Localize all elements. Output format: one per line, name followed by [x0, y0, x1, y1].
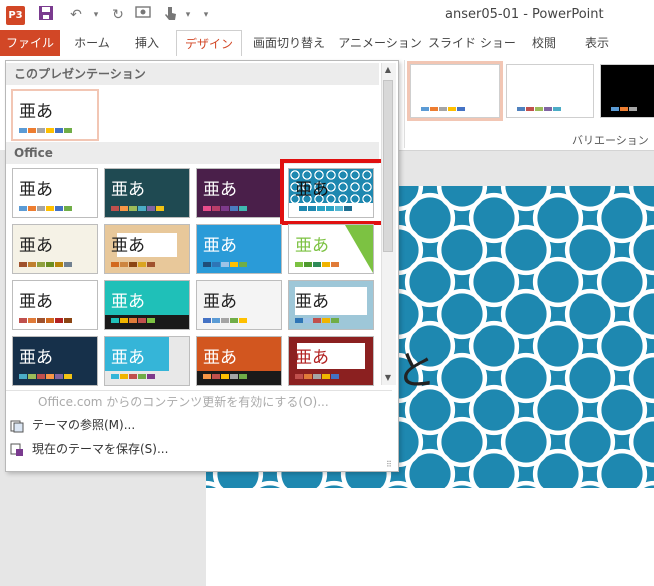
tab-slideshow[interactable]: スライド ショー — [428, 30, 516, 56]
menu-divider — [6, 390, 392, 391]
scroll-up-arrow-icon[interactable]: ▲ — [381, 63, 395, 77]
powerpoint-app-icon[interactable]: P3 — [6, 6, 25, 25]
theme-purple[interactable]: 亜あ — [196, 168, 282, 218]
menu-save-theme-label: 現在のテーマを保存(S)... — [32, 442, 169, 456]
undo-dropdown-icon[interactable]: ▾ — [86, 5, 106, 25]
theme-wood[interactable]: 亜あ — [104, 224, 190, 274]
selected-theme-highlight — [280, 159, 385, 225]
menu-enable-office-updates: Office.com からのコンテンツ更新を有効にする(O)... — [38, 395, 329, 409]
theme-red-line[interactable]: 亜あ — [12, 280, 98, 330]
theme-ion[interactable]: 亜あ — [196, 224, 282, 274]
theme-blue-dots[interactable]: 亜あ — [288, 280, 374, 330]
theme-teal[interactable]: 亜あ — [104, 280, 190, 330]
menu-browse-themes-label: テーマの参照(M)... — [32, 418, 136, 432]
theme-orange[interactable]: 亜あ — [196, 336, 282, 386]
menu-save-theme[interactable]: 現在のテーマを保存(S)... — [10, 439, 168, 459]
scroll-down-arrow-icon[interactable]: ▼ — [381, 371, 395, 385]
theme-facet-dark[interactable]: 亜あ — [104, 168, 190, 218]
variant-1[interactable] — [407, 61, 503, 121]
theme-green-facet[interactable]: 亜あ — [288, 224, 374, 274]
resize-grip-icon[interactable]: ⠿ — [386, 460, 392, 469]
theme-cyan-block[interactable]: 亜あ — [104, 336, 190, 386]
save-icon[interactable] — [36, 5, 56, 25]
theme-gray[interactable]: 亜あ — [196, 280, 282, 330]
theme-sample-text: 亜あ — [19, 102, 53, 122]
ribbon-divider — [404, 60, 405, 148]
theme-crimson[interactable]: 亜あ — [288, 336, 374, 386]
redo-icon[interactable]: ↻ — [108, 5, 128, 25]
touch-dropdown-icon[interactable]: ▾ — [178, 5, 198, 25]
tab-transitions[interactable]: 画面切り替え — [246, 30, 332, 56]
tab-file[interactable]: ファイル — [0, 30, 60, 56]
tab-home[interactable]: ホーム — [66, 30, 118, 56]
touch-mode-icon[interactable] — [160, 5, 180, 25]
theme-current[interactable]: 亜あ — [11, 89, 99, 141]
variation-group-label: バリエーション — [572, 134, 649, 147]
theme-navy[interactable]: 亜あ — [12, 336, 98, 386]
menu-browse-themes[interactable]: テーマの参照(M)... — [10, 415, 135, 435]
customize-qat-icon[interactable]: ▾ — [196, 5, 216, 25]
undo-icon[interactable]: ↶ — [66, 5, 86, 25]
tab-design[interactable]: デザイン — [176, 30, 242, 58]
tab-review[interactable]: 校閲 — [520, 30, 568, 56]
theme-office[interactable]: 亜あ — [12, 168, 98, 218]
present-from-start-icon[interactable] — [134, 5, 154, 25]
variant-3[interactable] — [600, 64, 654, 118]
browse-themes-icon — [10, 419, 24, 433]
scrollbar-thumb[interactable] — [383, 80, 393, 252]
section-this-presentation: このプレゼンテーション — [6, 63, 379, 85]
tab-view[interactable]: 表示 — [574, 30, 620, 56]
variant-2[interactable] — [506, 64, 594, 118]
save-theme-icon — [10, 443, 24, 457]
window-title: anser05-01 - PowerPoint — [445, 7, 604, 22]
theme-parchment[interactable]: 亜あ — [12, 224, 98, 274]
tab-insert[interactable]: 挿入 — [124, 30, 170, 56]
tab-animations[interactable]: アニメーション — [338, 30, 422, 56]
